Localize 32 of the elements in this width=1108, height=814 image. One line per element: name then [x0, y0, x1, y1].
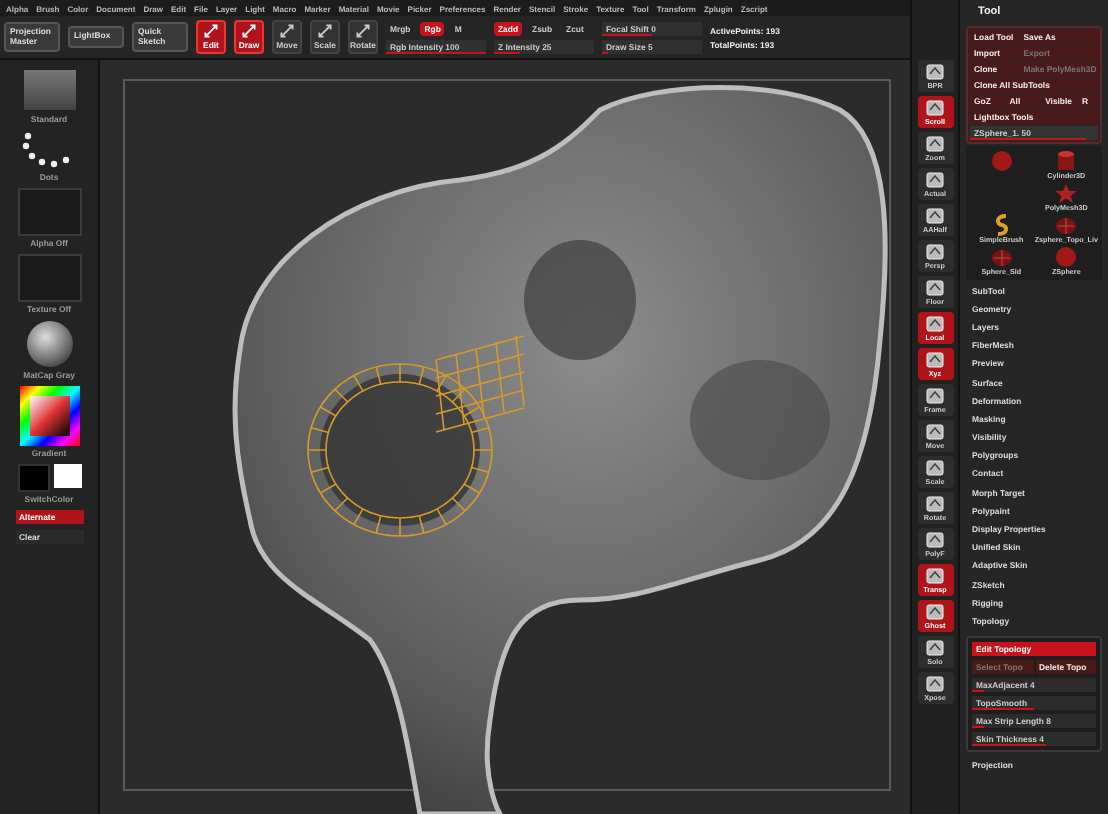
shelf-icon: [926, 244, 944, 260]
color-picker[interactable]: [19, 386, 79, 446]
shelf-icon: [926, 280, 944, 296]
material-sphere-icon[interactable]: [25, 320, 73, 368]
color-swatches[interactable]: [17, 464, 81, 492]
shelf-icon: [926, 532, 944, 548]
mesh-icon[interactable]: [987, 246, 1016, 268]
shelf-icon: [926, 676, 944, 692]
tool-mode-icon: [280, 24, 294, 38]
shelf-icon: [926, 388, 944, 404]
tool-mode-icon: [356, 24, 370, 38]
tool-mode-icon: [204, 24, 218, 38]
shelf-icon: [926, 100, 944, 116]
shelf-icon: [926, 568, 944, 584]
tool-mode-icon: [318, 24, 332, 38]
tool-mode-icon: [242, 24, 256, 38]
shelf-icon: [926, 208, 944, 224]
blob-icon[interactable]: [1052, 246, 1081, 268]
mesh-icon[interactable]: [1052, 214, 1081, 236]
star-icon[interactable]: [1052, 182, 1081, 204]
shelf-icon: [926, 640, 944, 656]
shelf-icon: [926, 424, 944, 440]
blob-icon[interactable]: [987, 150, 1016, 172]
shelf-icon: [926, 64, 944, 80]
shelf-icon: [926, 460, 944, 476]
shelf-icon: [926, 172, 944, 188]
shelf-icon: [926, 496, 944, 512]
shelf-icon: [926, 352, 944, 368]
brush-thumbnail[interactable]: [21, 68, 77, 112]
shelf-icon: [926, 316, 944, 332]
shelf-icon: [926, 604, 944, 620]
shelf-icon: [926, 136, 944, 152]
